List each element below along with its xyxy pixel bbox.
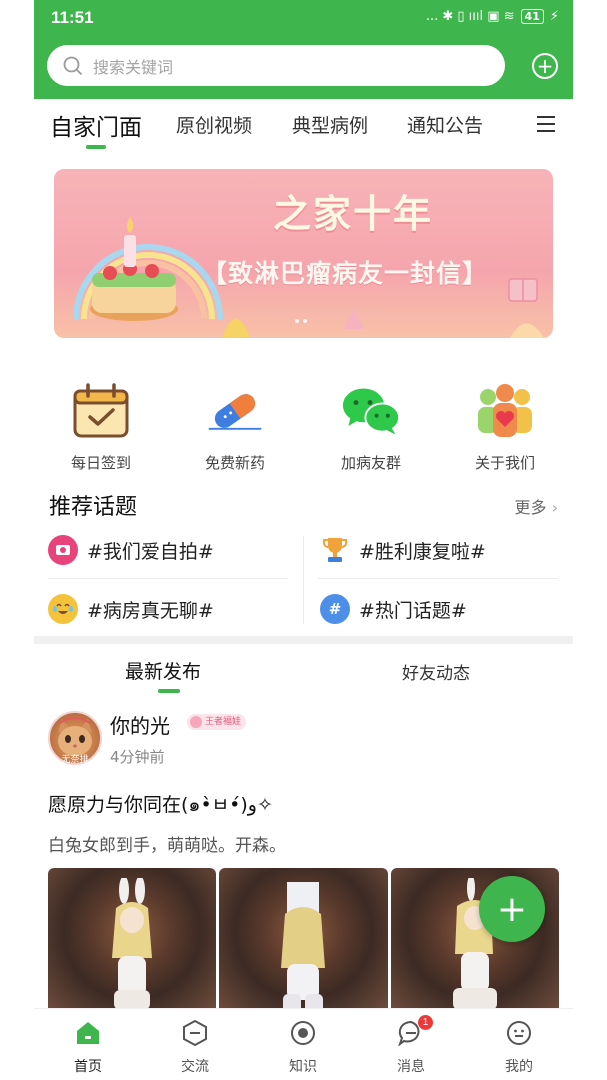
feed-tab-indicator <box>158 689 180 693</box>
tab-home-front[interactable]: 自家门面 <box>50 108 142 142</box>
nav-label: 交流 <box>181 1059 209 1075</box>
promo-banner[interactable]: 之家十年 【致淋巴瘤病友一封信】 <box>54 169 553 338</box>
bottom-nav: 首页 交流 知识 1 消息 我的 <box>34 1008 573 1080</box>
selfie-icon <box>48 535 78 565</box>
nav-label: 消息 <box>397 1059 425 1075</box>
nav-item-messages[interactable]: 1 消息 <box>376 1015 446 1076</box>
tab-indicator <box>86 145 106 149</box>
post-photo[interactable] <box>48 868 217 1008</box>
status-indicator-icons: ... ✱ ▯ ıııl ▣ ≋ <box>425 9 515 24</box>
topics-grid: #我们爱自拍# #胜利康复啦# #病房真无聊# # #热门话题# <box>34 523 573 633</box>
nav-item-profile[interactable]: 我的 <box>484 1019 554 1076</box>
knowledge-icon <box>289 1019 317 1047</box>
calendar-check-icon <box>71 382 131 440</box>
battery-icon: 41 <box>520 9 544 24</box>
quick-action-checkin[interactable]: 每日签到 <box>46 382 156 473</box>
topic-label: #病房真无聊# <box>87 599 214 622</box>
banner-pagination <box>295 319 307 323</box>
nav-item-exchange[interactable]: 交流 <box>160 1019 230 1076</box>
trophy-icon <box>320 535 350 565</box>
header: 11:51 ... ✱ ▯ ıııl ▣ ≋ 41 ⚡ 搜索关键词 + <box>34 0 573 99</box>
quick-action-label: 每日签到 <box>70 454 131 472</box>
nav-label: 知识 <box>289 1059 317 1075</box>
figurine-image <box>112 878 153 1008</box>
topics-divider <box>48 578 288 579</box>
topic-hot[interactable]: # #热门话题# <box>320 594 467 624</box>
search-icon <box>63 56 83 75</box>
tab-friends-activity[interactable]: 好友动态 <box>402 659 470 684</box>
nav-item-home[interactable]: 首页 <box>53 1019 123 1076</box>
tab-original-video[interactable]: 原创视频 <box>176 111 252 138</box>
quick-action-label: 关于我们 <box>474 454 535 472</box>
home-icon <box>74 1019 102 1047</box>
banner-title: 之家十年 <box>273 192 434 236</box>
menu-icon[interactable] <box>537 116 555 132</box>
wechat-icon <box>341 382 401 440</box>
message-icon: 1 <box>397 1015 433 1047</box>
unread-badge: 1 <box>418 1015 433 1030</box>
quick-action-label: 加病友群 <box>340 454 401 472</box>
exchange-icon <box>181 1019 209 1047</box>
cat-emoji-icon <box>48 594 78 624</box>
post-photo[interactable] <box>219 868 388 1008</box>
nav-label: 首页 <box>74 1059 102 1075</box>
topic-label: #热门话题# <box>359 599 467 622</box>
post-title[interactable]: 愿原力与你同在(๑•̀ㅂ•́)و✧ <box>48 790 273 820</box>
search-placeholder: 搜索关键词 <box>93 57 174 77</box>
quick-action-label: 免费新药 <box>204 454 265 472</box>
tab-announcements[interactable]: 通知公告 <box>407 111 483 138</box>
tab-typical-cases[interactable]: 典型病例 <box>292 111 368 138</box>
topic-label: #胜利康复啦# <box>359 540 486 563</box>
quick-action-join-group[interactable]: 加病友群 <box>316 382 426 473</box>
hashtag-icon: # <box>320 594 350 624</box>
post-photos <box>48 868 559 1008</box>
post-timestamp: 4分钟前 <box>110 748 165 766</box>
category-tabs: 自家门面 原创视频 典型病例 通知公告 <box>34 99 573 155</box>
figurine-image <box>281 882 326 1008</box>
profile-icon <box>505 1019 533 1047</box>
app-screen: 11:51 ... ✱ ▯ ıııl ▣ ≋ 41 ⚡ 搜索关键词 + 自家门面… <box>34 0 573 1080</box>
search-input[interactable]: 搜索关键词 <box>47 45 505 86</box>
banner-subtitle: 【致淋巴瘤病友一封信】 <box>202 259 489 288</box>
avatar-caption: 无奈排 <box>61 755 89 765</box>
topics-divider <box>303 536 304 624</box>
status-icons: ... ✱ ▯ ıııl ▣ ≋ 41 ⚡ <box>426 9 559 24</box>
topics-divider <box>318 578 558 579</box>
nav-item-knowledge[interactable]: 知识 <box>268 1019 338 1076</box>
status-time: 11:51 <box>51 8 94 27</box>
post-username[interactable]: 你的光 <box>110 710 170 739</box>
pill-icon <box>205 382 265 440</box>
user-rank-badge: 王者福娃 <box>187 714 247 730</box>
topic-selfie[interactable]: #我们爱自拍# <box>48 535 214 565</box>
topics-more-link[interactable]: 更多 › <box>514 494 558 518</box>
topic-label: #我们爱自拍# <box>87 540 214 563</box>
section-separator <box>34 636 573 644</box>
topic-recovery[interactable]: #胜利康复啦# <box>320 535 486 565</box>
status-bar: 11:51 ... ✱ ▯ ıııl ▣ ≋ 41 ⚡ <box>34 0 573 36</box>
nav-label: 我的 <box>505 1059 533 1075</box>
quick-action-free-drugs[interactable]: 免费新药 <box>180 382 290 473</box>
more-label: 更多 <box>514 498 547 517</box>
tab-latest-posts[interactable]: 最新发布 <box>125 657 201 684</box>
quick-action-about-us[interactable]: 关于我们 <box>450 382 560 473</box>
people-heart-icon <box>475 382 535 440</box>
charging-icon: ⚡ <box>549 9 559 24</box>
add-icon[interactable]: + <box>532 53 558 79</box>
topics-title: 推荐话题 <box>49 495 138 520</box>
quick-actions: 每日签到 免费新药 加病友群 关于我们 <box>34 382 573 477</box>
new-post-fab[interactable]: + <box>479 876 545 942</box>
topic-ward-boring[interactable]: #病房真无聊# <box>48 594 214 624</box>
chevron-right-icon: › <box>551 498 558 517</box>
post-body[interactable]: 白兔女郎到手，萌萌哒。开森。 <box>48 831 286 856</box>
